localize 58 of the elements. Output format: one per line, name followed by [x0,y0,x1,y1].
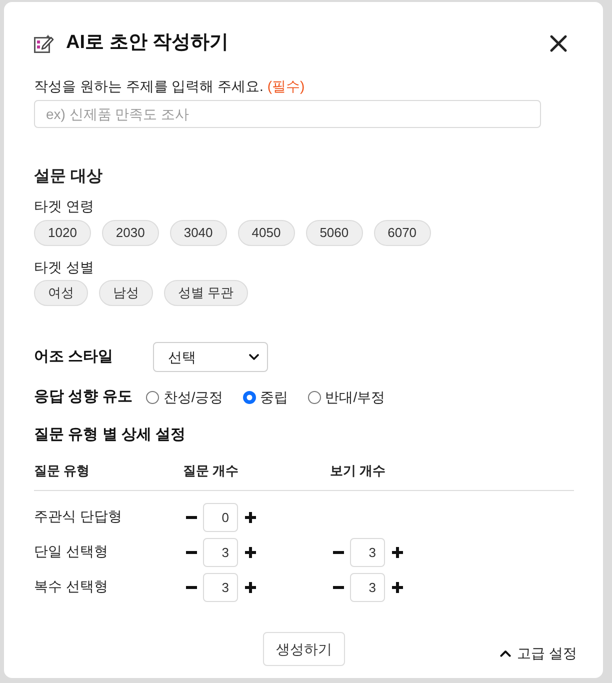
count-field[interactable]: 3 [350,538,385,566]
topic-label: 작성을 원하는 주제를 입력해 주세요. [34,78,264,94]
advanced-settings-toggle[interactable]: 고급 설정 [500,644,577,662]
age-chip[interactable]: 1020 [34,220,91,246]
count-field[interactable]: 3 [203,538,238,566]
radio-label[interactable]: 찬성/긍정 [163,388,224,406]
minus-icon [186,550,196,554]
age-chip[interactable]: 2030 [102,220,159,246]
column-header: 질문 유형 [34,463,90,478]
plus-icon [244,582,256,592]
required-mark: (필수) [267,78,305,94]
age-chip[interactable]: 5060 [306,220,363,246]
minus-icon [186,586,196,588]
minus-icon [186,516,196,518]
group-label: 타겟 성별 [34,258,94,276]
field-label: 어조 스타일 [34,348,114,366]
gender-chip[interactable]: 성별 무관 [164,280,248,306]
question-type-label: 주관식 단답형 [34,508,122,524]
field-label: 응답 성향 유도 [34,388,132,406]
plus-icon [392,546,402,558]
tone-dropdown[interactable]: 선택 [153,342,268,372]
count-field[interactable]: 3 [203,572,238,602]
plus-icon [244,546,256,558]
close-button[interactable] [550,34,567,52]
increase-button[interactable] [242,579,258,595]
dialog-title: AI로 초안 작성하기 [66,31,229,55]
generate-button[interactable]: 생성하기 [263,632,345,666]
radio-button[interactable] [146,390,160,404]
age-chip[interactable]: 6070 [374,220,431,246]
increase-button[interactable] [389,579,405,595]
increase-button[interactable] [242,544,258,560]
question-type-label: 단일 선택형 [34,543,108,559]
count-field[interactable]: 0 [203,502,238,532]
gender-chip[interactable]: 여성 [34,280,88,306]
radio-label[interactable]: 중립 [260,388,288,406]
age-chip[interactable]: 3040 [170,220,227,246]
count-field[interactable]: 3 [350,572,385,602]
section-title: 설문 대상 [34,168,102,186]
notepad-pencil-icon [34,34,54,52]
increase-button[interactable] [242,509,258,525]
gender-chip[interactable]: 남성 [99,280,153,306]
radio-button[interactable] [243,390,256,404]
minus-icon [332,586,344,588]
column-header: 보기 개수 [330,463,386,478]
radio-button[interactable] [308,390,322,404]
radio-label[interactable]: 반대/부정 [325,388,386,406]
minus-icon [332,550,344,554]
question-type-label: 복수 선택형 [34,578,108,594]
plus-icon [392,582,402,592]
section-title: 질문 유형 별 상세 설정 [34,426,186,444]
age-chip[interactable]: 4050 [238,220,295,246]
plus-icon [244,512,256,522]
chevron-down-icon [249,354,259,360]
close-icon [550,34,567,52]
column-header: 질문 개수 [183,463,239,478]
topic-input-field[interactable]: ex) 신제품 만족도 조사 [34,100,541,128]
group-label: 타겟 연령 [34,197,94,215]
increase-button[interactable] [389,544,405,560]
